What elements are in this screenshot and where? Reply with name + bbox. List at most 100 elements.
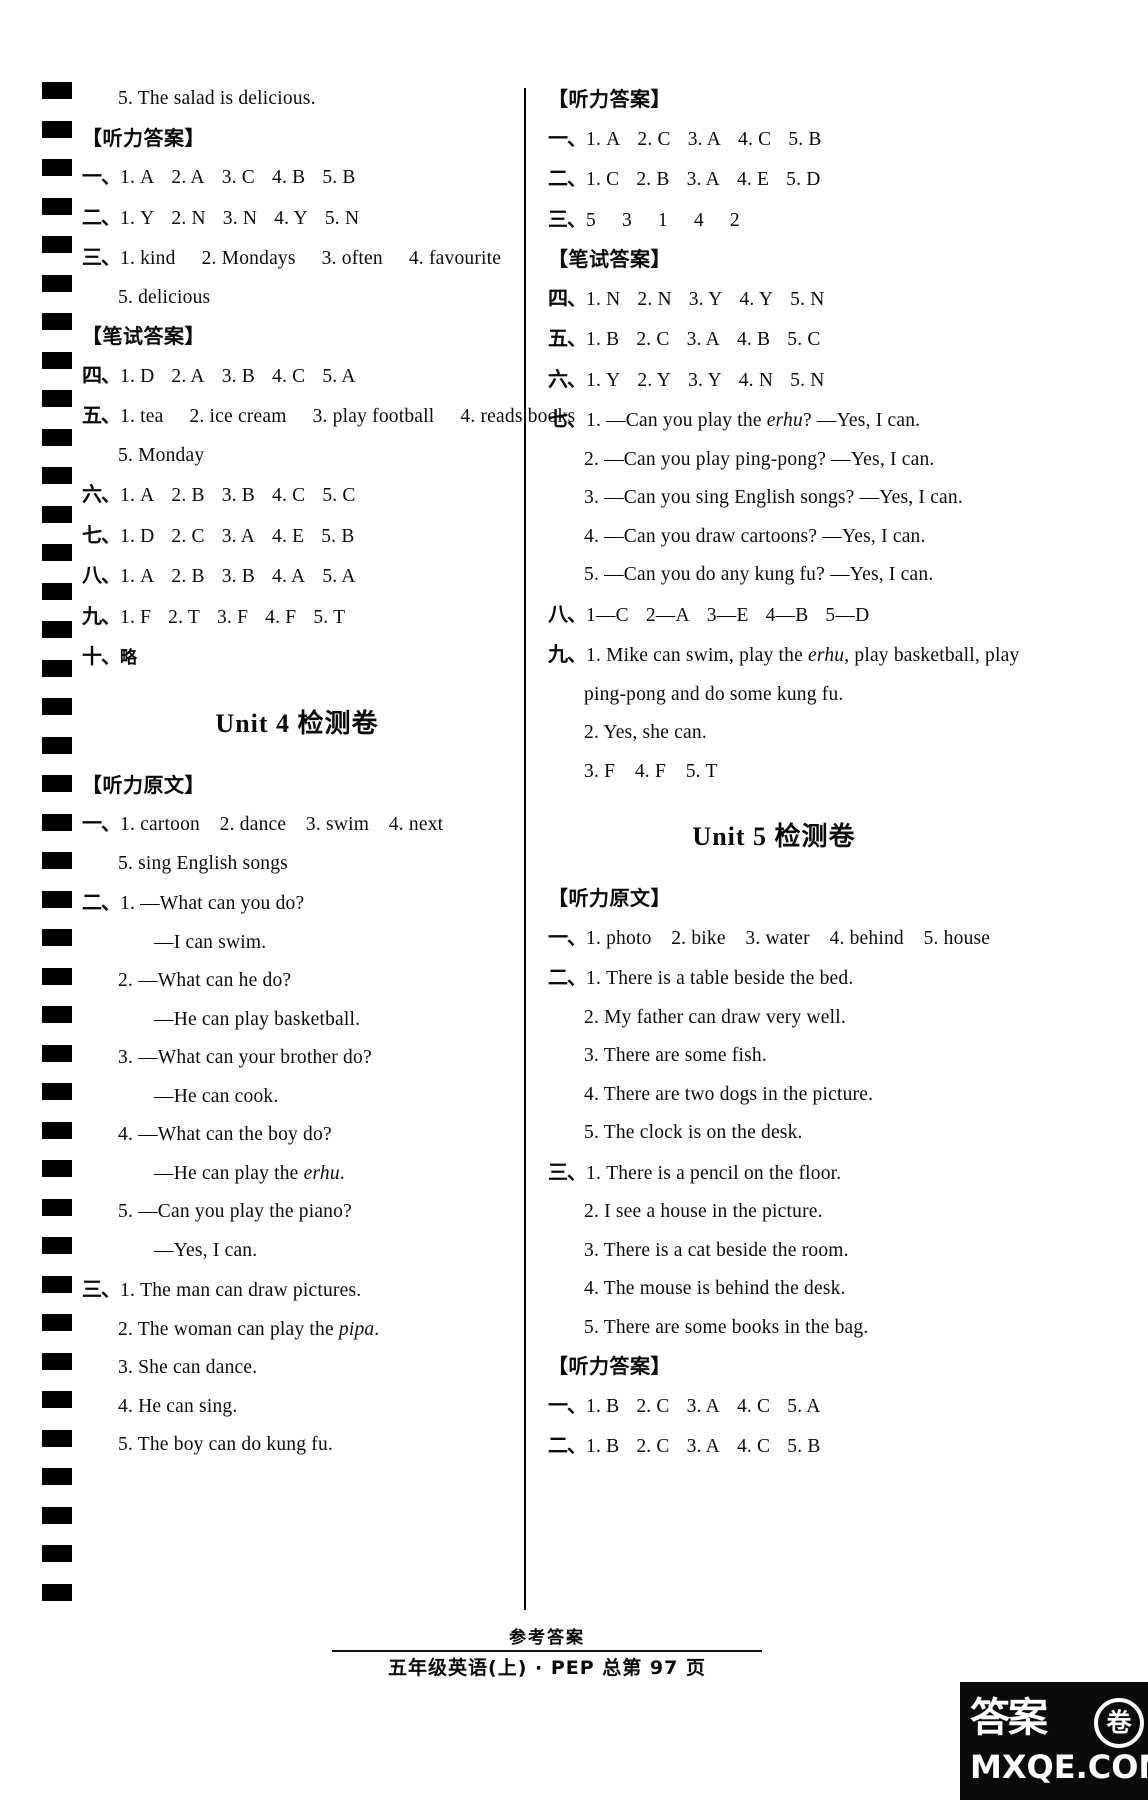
section-number: 八、	[548, 601, 587, 626]
answer-item: 2. A	[171, 365, 205, 387]
answer-row: 二、1. B 2. C 3. A 4. C 5. B	[548, 1426, 1000, 1467]
script-row-continued: 5. The clock is on the desk.	[584, 1122, 803, 1143]
section-number: 七、	[82, 522, 121, 547]
answer-item: 5. N	[324, 207, 360, 229]
answer-item: 3. C	[221, 167, 256, 188]
script-row-continued: —He can play basketball.	[154, 1008, 361, 1030]
answer-row: 二、1. C 2. B 3. A 4. E 5. D	[548, 159, 1000, 200]
script-row-continued: 5. There are some books in the bag.	[584, 1316, 869, 1338]
script-row: 二、1. —What can you do?	[82, 883, 512, 924]
answer-item: 4. F	[265, 606, 297, 628]
section-number: 一、	[82, 164, 121, 188]
answer-row-continued: 2. —Can you play ping-pong? —Yes, I can.	[584, 448, 935, 470]
section-number: 十、	[82, 644, 121, 668]
answer-row: 五、1. tea 2. ice cream 3. play football 4. r…	[82, 396, 575, 437]
answer-item: 3. B	[221, 365, 256, 387]
answer-item: 5. C	[322, 485, 356, 506]
binding-mark	[42, 82, 72, 99]
section-heading-listening-script: 【听力原文】	[548, 886, 671, 910]
answer-item: 4. Y	[274, 207, 308, 229]
script-text: 1. There is a table beside the bed.	[586, 968, 854, 989]
answer-item: 3. B	[221, 485, 256, 506]
section-number: 八、	[82, 563, 121, 587]
page-footer: 参考答案 五年级英语(上) · PEP 总第 97 页	[332, 1628, 762, 1681]
answer-row: 三、1. kind 2. Mondays 3. often 4. favourite	[82, 238, 512, 279]
italic-term: erhu	[303, 1162, 340, 1184]
binding-mark	[42, 274, 72, 292]
answer-item: 1—C	[586, 604, 629, 626]
answer-item: 2. Mondays	[201, 248, 296, 269]
answer-row: 九、1. Mike can swim, play the erhu, play …	[548, 642, 1020, 666]
answer-row: 四、1. N 2. N 3. Y 4. Y 5. N	[548, 279, 1000, 320]
section-heading-listening-script: 【听力原文】	[82, 772, 205, 797]
section-number: 六、	[82, 482, 121, 506]
binding-mark	[42, 313, 72, 330]
section-number: 三、	[548, 1159, 587, 1184]
script-row-continued: 4. The mouse is behind the desk.	[584, 1278, 846, 1299]
answer-item: 4. Y	[739, 288, 774, 310]
italic-term: erhu	[766, 410, 803, 431]
binding-mark	[42, 698, 72, 715]
script-text: 1. cartoon 2. dance 3. swim 4. next	[120, 814, 444, 835]
script-text: 1. —What can you do?	[120, 893, 305, 914]
answer-item: 2. B	[636, 169, 670, 190]
binding-mark	[42, 1121, 72, 1139]
answer-row: 七、1. —Can you play the erhu? —Yes, I can…	[548, 407, 921, 431]
section-number: 一、	[548, 125, 587, 150]
section-heading-written-answers: 【笔试答案】	[82, 324, 205, 348]
binding-mark	[42, 1237, 72, 1254]
answer-item: 4. B	[736, 329, 771, 350]
answer-item: 5. B	[787, 1436, 821, 1457]
unit-title-zh: 检测卷	[774, 822, 856, 852]
answer-item: 5. T	[313, 606, 346, 628]
unit-title-zh: 检测卷	[297, 708, 379, 739]
script-row-continued: 3. She can dance.	[118, 1357, 258, 1378]
answer-item: 1. F	[120, 606, 152, 628]
answer-row-continued: 3. —Can you sing English songs? —Yes, I …	[584, 487, 963, 508]
binding-mark	[42, 736, 72, 754]
answer-item: 5. D	[786, 169, 821, 190]
answer-item: 3. Y	[688, 288, 723, 310]
section-number: 三、	[82, 245, 121, 269]
unit-title-latin: Unit 5	[692, 822, 768, 851]
answer-item: 1. N	[586, 288, 621, 310]
right-column: 【听力答案】 一、1. A 2. C 3. A 4. C 5. B 二、1. C 2. B…	[548, 80, 1020, 1467]
section-number: 一、	[548, 924, 587, 949]
answer-row: 八、1. A 2. B 3. B 4. A 5. A	[82, 556, 512, 597]
section-heading-listening-answers: 【听力答案】	[548, 87, 671, 111]
section-number: 九、	[548, 642, 587, 666]
answer-item: 4. C	[736, 1436, 771, 1457]
answer-row: 一、1. B 2. C 3. A 4. C 5. A	[548, 1386, 1000, 1427]
script-row-continued: —Yes, I can.	[154, 1239, 258, 1261]
answer-row: 二、1. Y 2. N 3. N 4. Y 5. N	[82, 198, 512, 239]
answer-row: 一、1. A 2. C 3. A 4. C 5. B	[548, 119, 1000, 160]
answer-row-continued: 5. delicious	[118, 286, 211, 308]
answer-item: 4. favourite	[408, 248, 502, 269]
answer-item: 2. C	[636, 1395, 670, 1417]
answer-item: 4. E	[272, 525, 305, 547]
section-number: 二、	[82, 204, 121, 229]
answer-row: 五、1. B 2. C 3. A 4. B 5. C	[548, 319, 1000, 360]
answer-item: 3. often	[321, 248, 383, 269]
watermark-circle-glyph: 卷	[1094, 1698, 1144, 1748]
watermark-badge: 答案 卷 MXQE.COM	[960, 1682, 1148, 1800]
script-row: 一、1. cartoon 2. dance 3. swim 4. next	[82, 804, 512, 845]
section-number: 五、	[82, 403, 121, 427]
answer-item: 3. Y	[688, 369, 722, 391]
script-row: 三、1. The man can draw pictures.	[82, 1270, 512, 1311]
answer-item: 4. C	[738, 128, 772, 150]
script-row-continued: 4. There are two dogs in the picture.	[584, 1083, 874, 1105]
section-number: 一、	[82, 811, 121, 835]
script-row: 二、1. There is a table beside the bed.	[548, 958, 1000, 999]
binding-mark	[42, 236, 72, 253]
script-line: 5. The salad is delicious.	[118, 88, 316, 109]
answer-item: 5. N	[790, 288, 825, 310]
answer-item: 1. B	[586, 1436, 620, 1457]
binding-mark	[42, 544, 72, 561]
answer-item: 1. Y	[120, 207, 155, 229]
answer-row: 十、略	[82, 637, 512, 678]
answer-row-continued: 5. Monday	[118, 444, 205, 466]
script-row-continued: —He can play the erhu.	[154, 1162, 345, 1184]
script-row-continued: 5. The boy can do kung fu.	[118, 1434, 333, 1455]
answer-item: 1. tea	[120, 406, 164, 427]
